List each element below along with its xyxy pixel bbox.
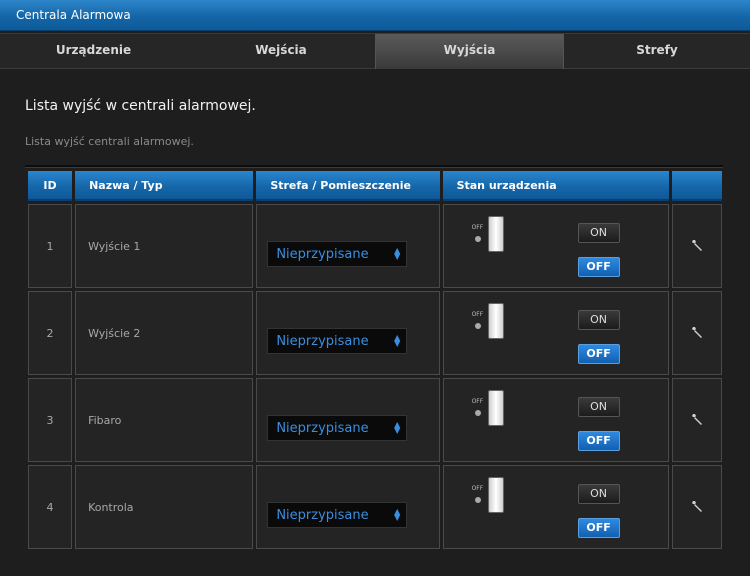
toggle-switch[interactable]: OFF bbox=[472, 477, 512, 517]
wrench-icon[interactable] bbox=[690, 412, 704, 426]
actions-cell bbox=[671, 465, 722, 549]
row-name: Fibaro bbox=[75, 378, 254, 462]
select-arrows-icon: ▲ ▼ bbox=[394, 333, 401, 348]
tab-urzadzenie[interactable]: Urządzenie bbox=[0, 34, 187, 69]
off-button[interactable]: OFF bbox=[577, 344, 620, 364]
zone-select[interactable]: Nieprzypisane ▲ ▼ bbox=[267, 241, 408, 267]
table-row: 4 Kontrola Nieprzypisane ▲ ▼ OFF ON OFF bbox=[28, 465, 722, 549]
toggle-switch[interactable]: OFF bbox=[472, 303, 512, 343]
switch-off-label: OFF bbox=[471, 485, 484, 492]
switch-knob bbox=[487, 303, 504, 339]
page-title: Lista wyjść w centrali alarmowej. bbox=[25, 98, 256, 114]
status-led-icon bbox=[474, 497, 481, 503]
table-header-row: ID Nazwa / Typ Strefa / Pomieszczenie St… bbox=[28, 171, 722, 201]
tab-strefy[interactable]: Strefy bbox=[564, 34, 750, 69]
zone-select-value: Nieprzypisane bbox=[276, 421, 369, 436]
status-led-icon bbox=[474, 323, 481, 329]
app-title-bar: Centrala Alarmowa bbox=[0, 0, 750, 31]
column-header-id: ID bbox=[28, 171, 73, 201]
wrench-icon[interactable] bbox=[690, 238, 704, 252]
switch-off-label: OFF bbox=[471, 224, 484, 231]
zone-cell: Nieprzypisane ▲ ▼ bbox=[256, 204, 440, 288]
switch-off-label: OFF bbox=[471, 398, 484, 405]
on-button[interactable]: ON bbox=[577, 223, 620, 243]
state-cell: OFF ON OFF bbox=[442, 291, 669, 375]
state-cell: OFF ON OFF bbox=[442, 465, 669, 549]
toggle-switch[interactable]: OFF bbox=[472, 216, 512, 256]
on-button[interactable]: ON bbox=[577, 397, 620, 417]
tab-wejscia[interactable]: Wejścia bbox=[187, 34, 375, 69]
off-button[interactable]: OFF bbox=[577, 518, 620, 538]
zone-select[interactable]: Nieprzypisane ▲ ▼ bbox=[267, 328, 408, 354]
switch-off-label: OFF bbox=[471, 311, 484, 318]
on-button[interactable]: ON bbox=[577, 484, 620, 504]
status-led-icon bbox=[474, 410, 481, 416]
wrench-icon[interactable] bbox=[690, 325, 704, 339]
page-description: Lista wyjść centrali alarmowej. bbox=[25, 135, 194, 148]
zone-select[interactable]: Nieprzypisane ▲ ▼ bbox=[267, 502, 408, 528]
actions-cell bbox=[671, 291, 722, 375]
actions-cell bbox=[671, 378, 722, 462]
row-id: 3 bbox=[28, 378, 73, 462]
app-title: Centrala Alarmowa bbox=[16, 8, 131, 22]
state-cell: OFF ON OFF bbox=[442, 204, 669, 288]
outputs-table: ID Nazwa / Typ Strefa / Pomieszczenie St… bbox=[25, 168, 725, 552]
switch-knob bbox=[487, 390, 504, 426]
column-header-name: Nazwa / Typ bbox=[75, 171, 254, 201]
column-header-actions bbox=[671, 171, 722, 201]
switch-knob bbox=[487, 477, 504, 513]
row-id: 1 bbox=[28, 204, 73, 288]
zone-cell: Nieprzypisane ▲ ▼ bbox=[256, 291, 440, 375]
select-arrows-icon: ▲ ▼ bbox=[394, 246, 401, 261]
tab-bar: Urządzenie Wejścia Wyjścia Strefy bbox=[0, 33, 750, 69]
zone-select-value: Nieprzypisane bbox=[276, 334, 369, 349]
state-cell: OFF ON OFF bbox=[442, 378, 669, 462]
actions-cell bbox=[671, 204, 722, 288]
select-arrows-icon: ▲ ▼ bbox=[394, 420, 401, 435]
tab-wyjscia[interactable]: Wyjścia bbox=[375, 34, 564, 69]
row-name: Wyjście 2 bbox=[75, 291, 254, 375]
row-id: 2 bbox=[28, 291, 73, 375]
column-header-state: Stan urządzenia bbox=[442, 171, 669, 201]
status-led-icon bbox=[474, 236, 481, 242]
table-row: 2 Wyjście 2 Nieprzypisane ▲ ▼ OFF ON OFF bbox=[28, 291, 722, 375]
on-button[interactable]: ON bbox=[577, 310, 620, 330]
row-name: Wyjście 1 bbox=[75, 204, 254, 288]
table-row: 1 Wyjście 1 Nieprzypisane ▲ ▼ OFF ON OFF bbox=[28, 204, 722, 288]
row-id: 4 bbox=[28, 465, 73, 549]
off-button[interactable]: OFF bbox=[577, 431, 620, 451]
off-button[interactable]: OFF bbox=[577, 257, 620, 277]
zone-select-value: Nieprzypisane bbox=[276, 247, 369, 262]
column-header-zone: Strefa / Pomieszczenie bbox=[256, 171, 440, 201]
row-name: Kontrola bbox=[75, 465, 254, 549]
zone-cell: Nieprzypisane ▲ ▼ bbox=[256, 378, 440, 462]
zone-select[interactable]: Nieprzypisane ▲ ▼ bbox=[267, 415, 408, 441]
zone-select-value: Nieprzypisane bbox=[276, 508, 369, 523]
zone-cell: Nieprzypisane ▲ ▼ bbox=[256, 465, 440, 549]
switch-knob bbox=[487, 216, 504, 252]
toggle-switch[interactable]: OFF bbox=[472, 390, 512, 430]
wrench-icon[interactable] bbox=[690, 499, 704, 513]
select-arrows-icon: ▲ ▼ bbox=[394, 507, 401, 522]
table-row: 3 Fibaro Nieprzypisane ▲ ▼ OFF ON OFF bbox=[28, 378, 722, 462]
